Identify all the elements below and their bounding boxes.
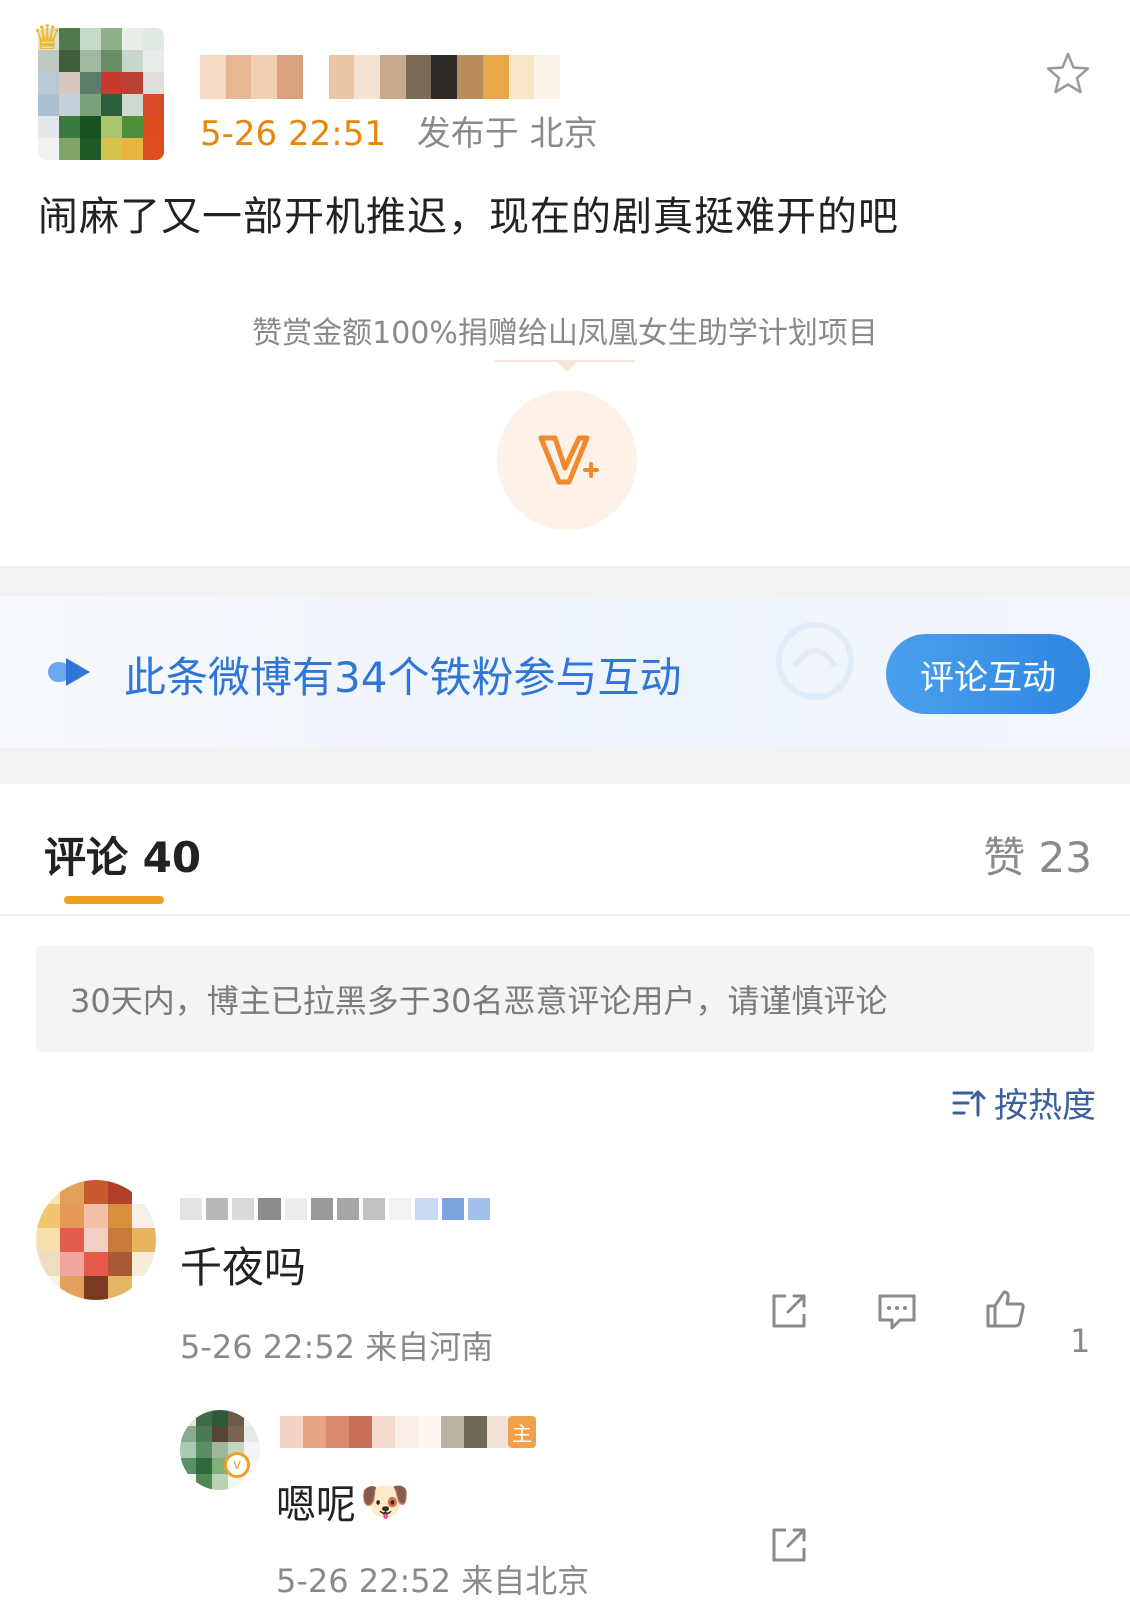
share-icon[interactable]	[766, 1522, 812, 1568]
section-separator	[0, 566, 1130, 596]
post-time: 5-26 22:51	[200, 114, 386, 154]
dog-emoji-icon: 🐶	[360, 1478, 410, 1525]
comment-like-count: 1	[1070, 1322, 1091, 1360]
post-text: 闹麻了又一部开机推迟，现在的剧真挺难开的吧	[38, 194, 899, 240]
caret-down-icon	[555, 360, 579, 372]
comment-interact-button[interactable]: 评论互动	[886, 634, 1090, 714]
comment-meta: 5-26 22:52 来自河南	[180, 1328, 494, 1366]
owner-tag: 主	[508, 1416, 536, 1448]
thumbs-up-icon[interactable]	[982, 1286, 1028, 1332]
banner-text: 此条微博有34个铁粉参与互动	[124, 653, 682, 702]
share-icon[interactable]	[766, 1288, 812, 1334]
reply-author-name-blurred[interactable]	[280, 1416, 510, 1448]
sort-button[interactable]: 按热度	[952, 1078, 1096, 1127]
sort-icon	[952, 1090, 986, 1116]
v-plus-icon	[538, 435, 599, 485]
comment-tabs: 评论 40 赞 23	[0, 784, 1130, 916]
post-meta: 5-26 22:51 发布于 北京	[200, 106, 598, 155]
donate-note: 赞赏金额100%捐赠给山凤凰女生助学计划项目	[252, 316, 878, 351]
author-avatar[interactable]: ♛	[32, 18, 164, 160]
section-separator	[0, 748, 1130, 784]
avatar-mosaic	[180, 1410, 260, 1490]
tab-likes[interactable]: 赞 23	[983, 824, 1092, 885]
comment-text: 千夜吗	[180, 1243, 307, 1292]
reply-text: 嗯呢 🐶	[276, 1472, 410, 1530]
reply-meta: 5-26 22:52 来自北京	[276, 1562, 590, 1600]
commenter-avatar[interactable]	[36, 1180, 156, 1300]
post-location: 发布于 北京	[416, 114, 598, 154]
reward-button[interactable]	[497, 390, 637, 530]
sort-label: 按热度	[994, 1086, 1096, 1126]
commenter-name-blurred[interactable]	[180, 1198, 490, 1220]
tab-comments[interactable]: 评论 40	[44, 824, 201, 885]
star-outline-icon[interactable]	[1044, 50, 1092, 98]
avatar-mosaic	[36, 1180, 156, 1300]
crown-icon: ♛	[32, 18, 63, 58]
verified-badge-icon: v	[224, 1452, 250, 1478]
author-name-blurred[interactable]	[200, 55, 560, 99]
reply-author-avatar[interactable]	[180, 1410, 260, 1490]
reply-comment-icon[interactable]	[874, 1288, 920, 1334]
weibo-post: ♛ 5-26 22:51 发布于 北京 闹麻了又一部开机推迟，现在的剧真挺难开的…	[0, 0, 1130, 566]
double-arrow-icon	[48, 658, 90, 686]
active-tab-indicator	[64, 896, 164, 904]
comment-notice: 30天内，博主已拉黑多于30名恶意评论用户，请谨慎评论	[36, 946, 1094, 1052]
reply-text-body: 嗯呢	[276, 1482, 356, 1528]
weibo-watermark-icon	[776, 622, 854, 700]
iron-fans-banner: 此条微博有34个铁粉参与互动 评论互动	[0, 596, 1130, 748]
